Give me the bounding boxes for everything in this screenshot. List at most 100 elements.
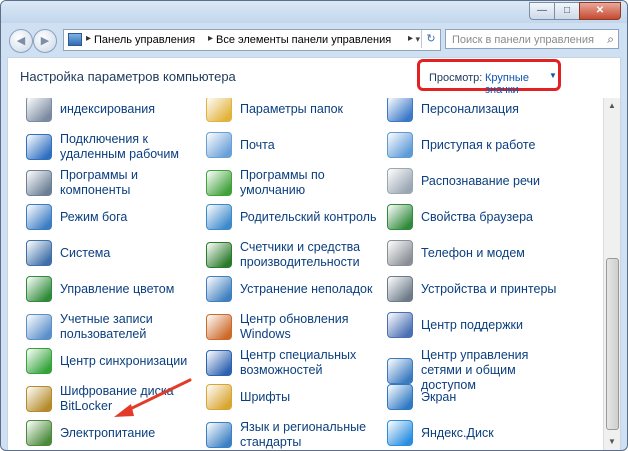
control-panel-item[interactable]: индексирования xyxy=(26,98,210,122)
control-panel-item[interactable]: Центр обновления Windows xyxy=(206,312,390,342)
item-label: Режим бога xyxy=(60,209,128,224)
content-pane: Настройка параметров компьютера Просмотр… xyxy=(7,57,621,450)
control-panel-item[interactable]: Программы по умолчанию xyxy=(206,168,390,198)
address-bar[interactable]: ▸ Панель управления ▸ Все элементы панел… xyxy=(63,29,441,51)
close-button[interactable]: ✕ xyxy=(579,2,621,20)
item-label: Центр синхронизации xyxy=(60,353,188,368)
item-label: Подключения к удаленным рабочим xyxy=(60,132,180,161)
control-panel-item[interactable]: Распознавание речи xyxy=(387,168,571,194)
item-label: Приступая к работе xyxy=(421,137,536,152)
performance-icon xyxy=(206,242,232,268)
sync-center-icon xyxy=(26,348,52,374)
scroll-thumb[interactable] xyxy=(606,258,619,430)
control-panel-item[interactable]: Программы и компоненты xyxy=(26,168,210,198)
view-selector-highlight: Просмотр: Крупные значки ▼ xyxy=(417,59,561,96)
breadcrumb-separator[interactable]: ▸ xyxy=(86,33,91,44)
folder-options-icon xyxy=(206,98,232,122)
control-panel-item[interactable]: Учетные записи пользователей xyxy=(26,312,210,342)
chevron-down-icon[interactable]: ▼ xyxy=(549,71,557,80)
control-panel-item[interactable]: Экран xyxy=(387,384,571,410)
control-panel-item[interactable]: Персонализация xyxy=(387,98,571,122)
troubleshooting-icon xyxy=(206,276,232,302)
control-panel-item[interactable]: Устранение неполадок xyxy=(206,276,390,302)
item-label: Программы и компоненты xyxy=(60,168,138,197)
search-icon[interactable]: ⌕ xyxy=(607,32,614,47)
vertical-scrollbar[interactable]: ▲ ▼ xyxy=(603,98,620,450)
control-panel-item[interactable]: Телефон и модем xyxy=(387,240,571,266)
ease-of-access-icon xyxy=(206,350,232,376)
control-panel-item[interactable]: Управление цветом xyxy=(26,276,210,302)
control-panel-item[interactable]: Счетчики и средства производительности xyxy=(206,240,390,270)
control-panel-item[interactable]: Свойства браузера xyxy=(387,204,571,230)
item-label: Персонализация xyxy=(421,101,519,116)
control-panel-item[interactable]: Центр синхронизации xyxy=(26,348,210,374)
control-panel-item[interactable]: Шифрование диска BitLocker xyxy=(26,384,210,414)
item-label: Программы по умолчанию xyxy=(240,168,325,197)
control-panel-item[interactable]: Шрифты xyxy=(206,384,390,410)
phone-modem-icon xyxy=(387,240,413,266)
display-icon xyxy=(387,384,413,410)
breadcrumb-separator[interactable]: ▸ xyxy=(208,33,213,44)
control-panel-item[interactable]: Режим бога xyxy=(26,204,210,230)
god-mode-icon xyxy=(26,204,52,230)
control-panel-item[interactable]: Подключения к удаленным рабочим xyxy=(26,132,210,162)
control-panel-item[interactable]: Центр поддержки xyxy=(387,312,571,338)
browser-properties-icon xyxy=(387,204,413,230)
breadcrumb-all-items[interactable]: Все элементы панели управления xyxy=(216,34,391,46)
control-panel-item[interactable]: Почта xyxy=(206,132,390,158)
address-dropdown-icon[interactable]: ▾ xyxy=(415,34,420,45)
yandex-disk-icon xyxy=(387,420,413,446)
item-label: Распознавание речи xyxy=(421,173,541,188)
item-label: Управление цветом xyxy=(60,281,175,296)
item-label: Система xyxy=(60,245,111,260)
back-button[interactable]: ◀ xyxy=(9,29,33,53)
control-panel-item[interactable]: Язык и региональные стандарты xyxy=(206,420,390,450)
control-panel-item[interactable]: Приступая к работе xyxy=(387,132,571,158)
item-label: Экран xyxy=(421,389,457,404)
page-title: Настройка параметров компьютера xyxy=(20,69,236,84)
item-label: Учетные записи пользователей xyxy=(60,312,153,341)
control-panel-item[interactable]: Система xyxy=(26,240,210,266)
control-panel-item[interactable]: Электропитание xyxy=(26,420,210,446)
scroll-down-arrow[interactable]: ▼ xyxy=(604,434,620,450)
control-panel-item[interactable]: Параметры папок xyxy=(206,98,390,122)
power-options-icon xyxy=(26,420,52,446)
devices-printers-icon xyxy=(387,276,413,302)
content-header: Настройка параметров компьютера Просмотр… xyxy=(8,58,620,98)
mail-icon xyxy=(206,132,232,158)
item-label: Почта xyxy=(240,137,275,152)
control-panel-icon xyxy=(68,33,82,46)
maximize-button[interactable]: □ xyxy=(554,2,580,20)
getting-started-icon xyxy=(387,132,413,158)
system-icon xyxy=(26,240,52,266)
window-controls: — □ ✕ xyxy=(529,2,621,20)
control-panel-item[interactable]: Родительский контроль xyxy=(206,204,390,230)
title-bar[interactable]: — □ ✕ xyxy=(1,1,627,23)
speech-icon xyxy=(387,168,413,194)
parental-control-icon xyxy=(206,204,232,230)
search-input[interactable]: Поиск в панели управления ⌕ xyxy=(445,29,619,49)
forward-button[interactable]: ▶ xyxy=(33,29,57,53)
control-panel-item[interactable]: Устройства и принтеры xyxy=(387,276,571,302)
item-label: Шифрование диска BitLocker xyxy=(60,384,174,413)
indexing-icon xyxy=(26,98,52,122)
control-panel-window: — □ ✕ ◀ ▶ ▸ Панель управления ▸ Все элем… xyxy=(0,0,628,451)
item-label: Свойства браузера xyxy=(421,209,533,224)
programs-icon xyxy=(26,170,52,196)
windows-update-icon xyxy=(206,314,232,340)
control-panel-item[interactable]: Яндекс.Диск xyxy=(387,420,571,446)
user-accounts-icon xyxy=(26,314,52,340)
refresh-button[interactable]: ↻ xyxy=(421,30,440,48)
item-label: Центр обновления Windows xyxy=(240,312,349,341)
view-mode-dropdown[interactable]: Крупные значки xyxy=(485,72,558,96)
control-panel-item[interactable]: Центр специальных возможностей xyxy=(206,348,390,378)
breadcrumb-control-panel[interactable]: Панель управления xyxy=(94,34,195,46)
region-language-icon xyxy=(206,422,232,448)
item-label: Язык и региональные стандарты xyxy=(240,420,367,449)
scroll-up-arrow[interactable]: ▲ xyxy=(604,98,620,114)
minimize-button[interactable]: — xyxy=(529,2,555,20)
breadcrumb-separator[interactable]: ▸ xyxy=(408,33,413,44)
item-label: Параметры папок xyxy=(240,101,344,116)
network-center-icon xyxy=(387,357,413,384)
default-programs-icon xyxy=(206,170,232,196)
